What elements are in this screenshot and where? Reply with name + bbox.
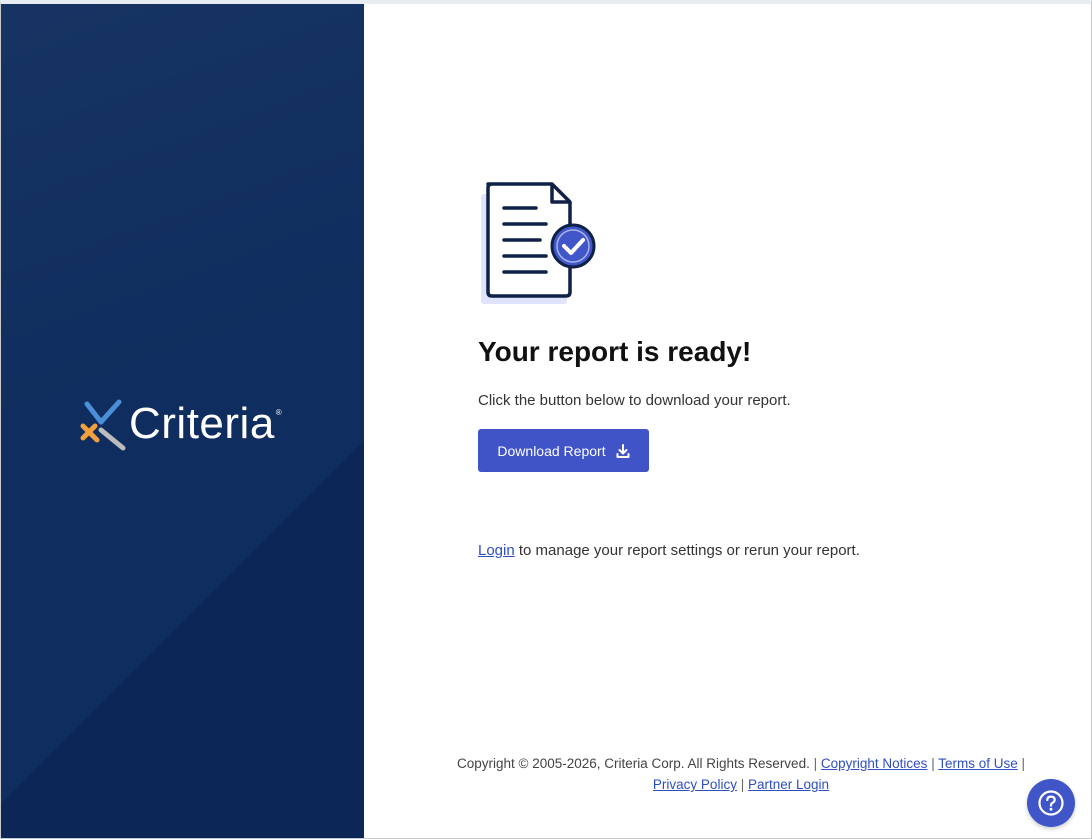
- copyright-notices-link[interactable]: Copyright Notices: [821, 756, 928, 771]
- footer-separator: |: [740, 777, 745, 792]
- terms-of-use-link[interactable]: Terms of Use: [938, 756, 1018, 771]
- footer-separator: |: [813, 756, 818, 771]
- privacy-policy-link[interactable]: Privacy Policy: [653, 777, 737, 792]
- login-prompt: Login to manage your report settings or …: [478, 542, 998, 559]
- footer-line-2: Privacy Policy | Partner Login: [381, 774, 1091, 795]
- footer: Copyright © 2005-2026, Criteria Corp. Al…: [381, 753, 1091, 795]
- page-title: Your report is ready!: [478, 336, 752, 367]
- brand-panel: Criteria ®: [1, 4, 364, 838]
- registered-mark: ®: [275, 408, 282, 417]
- download-report-button[interactable]: Download Report: [478, 429, 649, 472]
- footer-line-1: Copyright © 2005-2026, Criteria Corp. Al…: [381, 753, 1091, 774]
- footer-separator: |: [1021, 756, 1026, 771]
- download-report-label: Download Report: [497, 442, 606, 459]
- criteria-logo: Criteria ®: [79, 396, 282, 452]
- page-frame: Criteria ® Your report is ready! Click t…: [0, 0, 1092, 839]
- download-icon: [616, 443, 630, 458]
- document-check-icon: [481, 182, 596, 304]
- instruction-text: Click the button below to download your …: [478, 392, 791, 409]
- logo-wordmark: Criteria: [129, 399, 275, 448]
- footer-separator: |: [931, 756, 935, 771]
- question-circle-icon: [1038, 790, 1064, 816]
- report-ready-content: Your report is ready! Click the button b…: [478, 180, 998, 559]
- copyright-text: Copyright © 2005-2026, Criteria Corp. Al…: [456, 756, 810, 771]
- login-prompt-text: to manage your report settings or rerun …: [514, 542, 860, 559]
- help-button[interactable]: [1027, 779, 1075, 827]
- criteria-logo-mark-icon: [80, 399, 126, 451]
- login-link[interactable]: Login: [478, 542, 515, 559]
- partner-login-link[interactable]: Partner Login: [748, 777, 829, 792]
